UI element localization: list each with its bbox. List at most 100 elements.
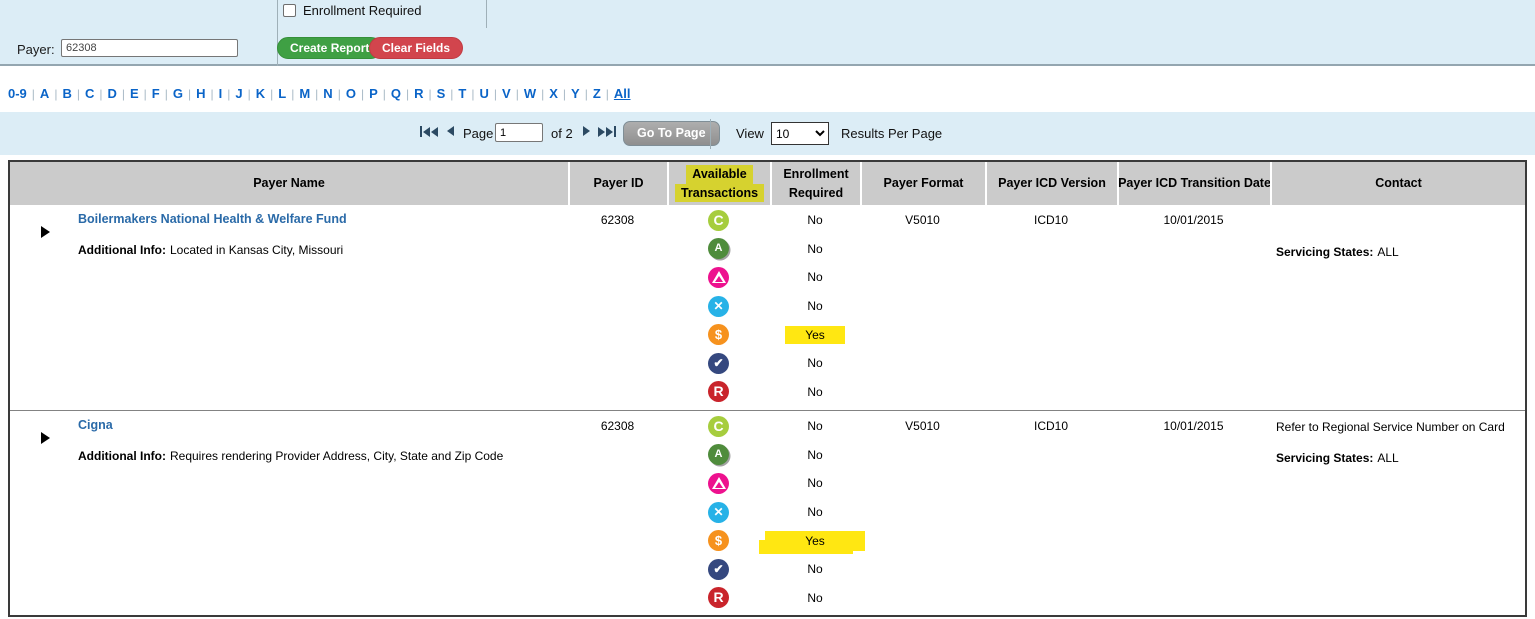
alphabet-filter-s[interactable]: S — [432, 86, 451, 101]
results-per-page-label: Results Per Page — [841, 126, 943, 141]
alphabet-filter-f[interactable]: F — [147, 86, 165, 101]
servicing-states-label: Servicing States: — [1276, 451, 1374, 465]
go-to-page-button[interactable]: Go To Page — [623, 121, 720, 146]
letter-c-icon: C — [708, 415, 729, 437]
alphabet-filter-c[interactable]: C — [80, 86, 99, 101]
payer-icd-version-cell: ICD10 — [1033, 419, 1068, 433]
expand-row-arrow-icon[interactable] — [41, 432, 50, 444]
servicing-states-value: ALL — [1377, 451, 1399, 465]
additional-info: Additional Info: Requires rendering Provi… — [78, 449, 503, 463]
available-transactions-cell: C A ✕ $ ✔ R — [667, 205, 770, 410]
available-transactions-cell: C A ✕ $ ✔ R — [667, 411, 770, 615]
x-cross-icon: ✕ — [708, 295, 729, 317]
alphabet-filter-n[interactable]: N — [318, 86, 337, 101]
additional-info-text: Located in Kansas City, Missouri — [169, 243, 344, 257]
alphabet-filter-b[interactable]: B — [57, 86, 76, 101]
dollar-icon: $ — [708, 530, 729, 552]
triangle-a-icon — [708, 266, 729, 288]
column-header-payer-format: Payer Format — [860, 162, 985, 205]
alphabet-filter-e[interactable]: E — [125, 86, 144, 101]
last-page-button[interactable] — [598, 126, 616, 137]
payer-id-cell: 62308 — [600, 213, 635, 227]
enrollment-required-value-highlighted: Yes — [765, 530, 865, 551]
alphabet-filter-0-9[interactable]: 0-9 — [8, 86, 32, 101]
column-header-payer-id: Payer ID — [568, 162, 667, 205]
enrollment-required-cell: No No No No Yes No No — [770, 205, 860, 410]
alphabet-filter-o[interactable]: O — [341, 86, 361, 101]
column-header-available-transactions: Available Transactions — [667, 162, 770, 205]
alphabet-filter-x[interactable]: X — [544, 86, 563, 101]
contact-cell: Refer to Regional Service Number on Card… — [1270, 411, 1525, 615]
payer-icd-transition-date-cell: 10/01/2015 — [1163, 419, 1224, 433]
panel-divider — [277, 0, 278, 66]
alphabet-filter-g[interactable]: G — [168, 86, 188, 101]
enrollment-required-value: No — [807, 213, 823, 228]
payer-input[interactable] — [61, 39, 238, 57]
alphabet-filter-l[interactable]: L — [273, 86, 291, 101]
enrollment-required-checkbox[interactable] — [283, 4, 296, 17]
contact-cell: Servicing States: ALL — [1270, 205, 1525, 410]
additional-info: Additional Info: Located in Kansas City, … — [78, 243, 343, 257]
alphabet-filter-z[interactable]: Z — [588, 86, 606, 101]
payer-name-cell: Cigna Additional Info: Requires rendering… — [10, 411, 568, 615]
alphabet-nav: 0-9 | A | B | C | D | E | F | G | H | I | J | K | L | M | N | O | P | Q | R |… — [8, 86, 636, 101]
alphabet-filter-h[interactable]: H — [191, 86, 210, 101]
column-header-payer-name: Payer Name — [253, 176, 325, 191]
results-per-page-select[interactable]: 10 — [771, 122, 829, 145]
alphabet-filter-p[interactable]: P — [364, 86, 383, 101]
alphabet-filter-v[interactable]: V — [497, 86, 516, 101]
payer-name-link[interactable]: Boilermakers National Health & Welfare F… — [78, 212, 347, 226]
alphabet-filter-d[interactable]: D — [102, 86, 121, 101]
contact-text: Refer to Regional Service Number on Card — [1276, 420, 1505, 434]
x-cross-icon: ✕ — [708, 501, 729, 523]
enrollment-required-value: No — [807, 447, 823, 462]
letter-r-icon: R — [708, 587, 729, 609]
payer-format-cell: V5010 — [905, 213, 940, 227]
table-row: Boilermakers National Health & Welfare F… — [10, 205, 1525, 410]
check-icon: ✔ — [708, 352, 729, 374]
page-label: Page — [463, 126, 494, 141]
additional-info-label: Additional Info: — [78, 449, 166, 463]
alphabet-filter-q[interactable]: Q — [386, 86, 406, 101]
view-label: View — [736, 126, 764, 141]
payer-name-link[interactable]: Cigna — [78, 418, 113, 432]
pagination-divider — [710, 119, 711, 149]
alphabet-filter-m[interactable]: M — [294, 86, 315, 101]
alphabet-filter-t[interactable]: T — [453, 86, 471, 101]
right-arrow-icon — [606, 126, 613, 137]
clear-fields-button[interactable]: Clear Fields — [369, 37, 464, 59]
previous-page-button[interactable] — [447, 126, 454, 136]
dollar-icon: $ — [708, 324, 729, 346]
expand-row-arrow-icon[interactable] — [41, 226, 50, 238]
highlighted-header-text: Available — [686, 165, 753, 184]
payer-id-cell: 62308 — [600, 419, 635, 433]
servicing-states: Servicing States: ALL — [1276, 245, 1399, 259]
enrollment-required-value: No — [807, 384, 823, 399]
left-arrow-icon — [431, 126, 438, 137]
enrollment-required-value: No — [807, 505, 823, 520]
payer-icd-version-cell: ICD10 — [1033, 213, 1068, 227]
alphabet-filter-r[interactable]: R — [409, 86, 428, 101]
highlighted-header-text: Transactions — [674, 183, 765, 202]
alphabet-filter-u[interactable]: U — [475, 86, 494, 101]
alphabet-filter-all[interactable]: All — [609, 86, 636, 101]
alphabet-filter-i[interactable]: I — [214, 86, 228, 101]
alphabet-filter-a[interactable]: A — [35, 86, 54, 101]
column-header-payer-icd-version: Payer ICD Version — [985, 162, 1117, 205]
panel-divider-short — [486, 0, 487, 28]
alphabet-filter-k[interactable]: K — [251, 86, 270, 101]
page-number-input[interactable] — [495, 123, 543, 142]
enrollment-required-value: No — [807, 562, 823, 577]
next-page-button[interactable] — [583, 126, 590, 136]
payer-icd-transition-date-cell: 10/01/2015 — [1163, 213, 1224, 227]
table-row: Cigna Additional Info: Requires rendering… — [10, 410, 1525, 615]
table-header-row: Payer Name Payer ID Available Transactio… — [10, 162, 1525, 205]
first-page-button[interactable] — [420, 126, 438, 137]
bar-icon — [420, 126, 422, 137]
column-header-contact: Contact — [1270, 162, 1525, 205]
create-report-button[interactable]: Create Report — [277, 37, 383, 59]
alphabet-filter-j[interactable]: J — [230, 86, 247, 101]
right-arrow-icon — [598, 126, 605, 137]
alphabet-filter-w[interactable]: W — [519, 86, 541, 101]
alphabet-filter-y[interactable]: Y — [566, 86, 585, 101]
